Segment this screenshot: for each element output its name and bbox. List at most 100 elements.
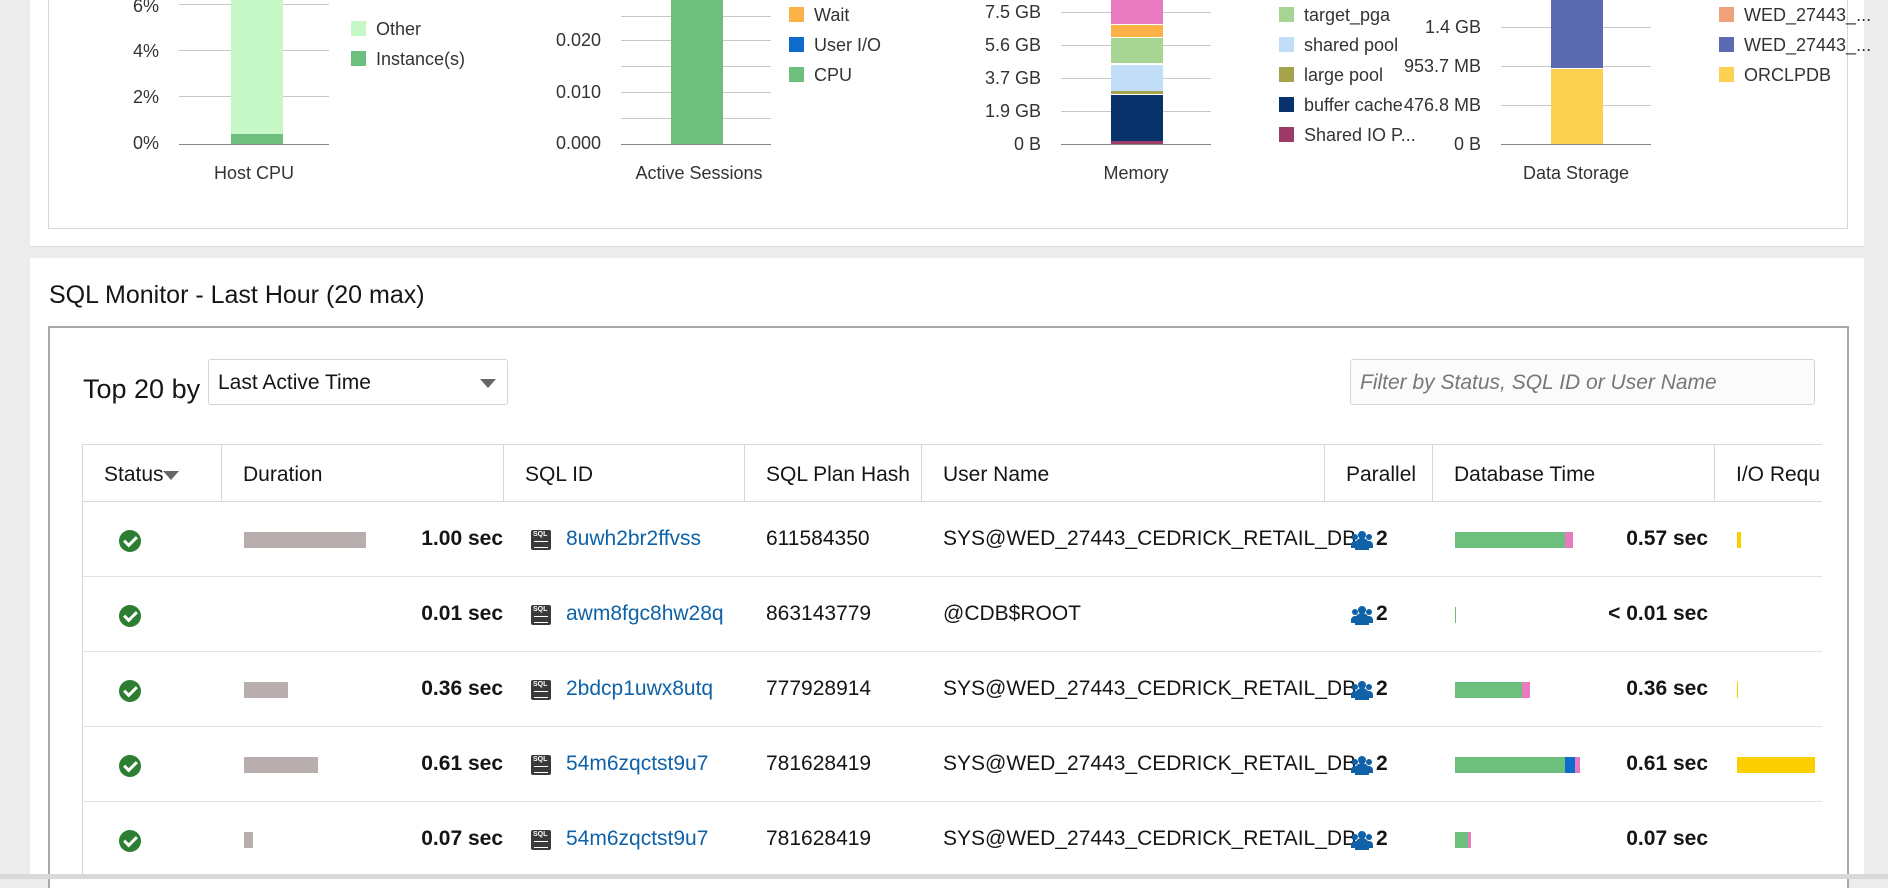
y-tick: 7.5 GB (984, 2, 1041, 22)
table-row[interactable]: 0.07 sec 54m6zqctst9u7 781628419 SYS@WED_27… (82, 802, 1822, 877)
legend-item-wait[interactable]: Wait (789, 5, 849, 26)
column-header-user-name[interactable]: User Name (922, 444, 1325, 502)
legend-swatch (1719, 37, 1734, 52)
y-tick: 0 B (1453, 134, 1481, 154)
header-label: Status (104, 463, 164, 486)
column-header-status[interactable]: Status (82, 444, 222, 502)
filter-input[interactable]: Filter by Status, SQL ID or User Name (1350, 359, 1815, 405)
duration-value: 0.61 sec (421, 752, 503, 775)
bar-segment-orclpdb (1551, 69, 1603, 144)
legend-item-instance[interactable]: Instance(s) (351, 49, 465, 70)
bar-segment-pink (1111, 0, 1163, 24)
db-time-value: 0.61 sec (1626, 752, 1708, 775)
legend-label: User I/O (814, 35, 882, 55)
plan-hash-value: 863143779 (766, 602, 872, 625)
parallel-users-icon (1351, 831, 1373, 850)
x-axis-label: Active Sessions (635, 163, 763, 183)
bar-segment-wed2 (1551, 0, 1603, 68)
table-row[interactable]: 1.00 sec 8uwh2br2ffvss 611584350 SYS@WED_27… (82, 502, 1822, 577)
header-label: Parallel (1346, 463, 1417, 486)
db-time-cpu-bar (1455, 532, 1565, 548)
column-header-parallel[interactable]: Parallel (1325, 444, 1433, 502)
legend-item-large-pool[interactable]: large pool (1279, 65, 1383, 86)
x-axis (1061, 144, 1211, 145)
parallel-degree: 2 (1376, 827, 1388, 850)
plan-hash-value: 611584350 (766, 527, 870, 550)
duration-bar (244, 682, 288, 698)
sql-id-link[interactable]: 54m6zqctst9u7 (566, 727, 708, 801)
legend-swatch (789, 67, 804, 82)
db-time-value: 0.36 sec (1626, 677, 1708, 700)
y-tick: 1.4 GB (1424, 17, 1481, 37)
legend-item-other[interactable]: Other (351, 19, 421, 40)
legend-item-cpu[interactable]: CPU (789, 65, 852, 86)
summary-charts-container: 6% 4% 2% 0% Host CPU Other Instance(s) 0… (48, 0, 1871, 229)
sql-text-icon[interactable] (531, 605, 551, 625)
sql-id-link[interactable]: awm8fgc8hw28q (566, 577, 724, 651)
header-label: SQL Plan Hash (766, 463, 910, 486)
legend-label: Other (376, 19, 422, 39)
column-header-io-requests[interactable]: I/O Requ (1715, 444, 1822, 502)
sql-id-link[interactable]: 2bdcp1uwx8utq (566, 652, 713, 726)
bar-segment-shared-pool (1111, 65, 1163, 91)
sort-desc-icon[interactable] (163, 471, 179, 480)
y-tick: 1.9 GB (984, 101, 1041, 121)
legend-item-orclpdb[interactable]: ORCLPDB (1719, 65, 1831, 86)
window-bottom-edge (0, 874, 1888, 879)
db-time-cpu-bar (1455, 607, 1456, 623)
legend-label: ORCLPDB (1744, 65, 1832, 85)
table-row[interactable]: 0.61 sec 54m6zqctst9u7 781628419 SYS@WED_27… (82, 727, 1822, 802)
parallel-users-icon (1351, 756, 1373, 775)
parallel-degree: 2 (1376, 752, 1388, 775)
header-label: SQL ID (525, 463, 594, 486)
memory-chart: 7.5 GB 5.6 GB 3.7 GB 1.9 GB 0 B Memory t… (929, 0, 1416, 228)
table-row[interactable]: 0.36 sec 2bdcp1uwx8utq 777928914 SYS@WED_27… (82, 652, 1822, 727)
column-header-database-time[interactable]: Database Time (1433, 444, 1715, 502)
legend-swatch (1719, 7, 1734, 22)
header-label: Duration (243, 463, 323, 486)
sql-text-icon[interactable] (531, 530, 551, 550)
plan-hash-value: 781628419 (766, 752, 872, 775)
parallel-degree: 2 (1376, 677, 1388, 700)
x-axis-label: Memory (1103, 163, 1169, 183)
table-row[interactable]: 0.01 sec awm8fgc8hw28q 863143779 @CDB$ROOT 2… (82, 577, 1822, 652)
y-tick: 3.7 GB (984, 68, 1041, 88)
y-tick: 0 B (1013, 134, 1041, 154)
legend-label: Instance(s) (376, 49, 466, 69)
legend-swatch (1279, 97, 1294, 112)
io-requests-bar (1737, 757, 1815, 773)
x-axis (621, 144, 771, 145)
y-tick: 0% (132, 133, 159, 153)
duration-value: 0.07 sec (421, 827, 503, 850)
db-time-other-bar (1575, 757, 1580, 773)
legend-item-wed2[interactable]: WED_27443_... (1719, 35, 1871, 56)
bar-instance (231, 134, 283, 144)
sql-id-link[interactable]: 8uwh2br2ffvss (566, 502, 701, 576)
legend-swatch (789, 37, 804, 52)
duration-bar (244, 832, 253, 848)
sql-text-icon[interactable] (531, 755, 551, 775)
io-requests-bar (1737, 532, 1741, 548)
sql-id-link[interactable]: 54m6zqctst9u7 (566, 802, 708, 876)
legend-item-user-io[interactable]: User I/O (789, 35, 881, 56)
status-done-icon (119, 755, 141, 777)
column-header-plan-hash[interactable]: SQL Plan Hash (745, 444, 922, 502)
column-header-duration[interactable]: Duration (222, 444, 504, 502)
legend-swatch (351, 21, 366, 36)
user-name-value: SYS@WED_27443_CEDRICK_RETAIL_DB (943, 677, 1357, 700)
top-by-select[interactable]: Last Active Time (208, 359, 508, 405)
y-tick: 476.8 MB (1403, 95, 1481, 115)
sql-text-icon[interactable] (531, 830, 551, 850)
sql-text-icon[interactable] (531, 680, 551, 700)
parallel-degree: 2 (1376, 602, 1388, 625)
legend-swatch (1279, 7, 1294, 22)
user-name-value: @CDB$ROOT (943, 602, 1081, 625)
legend-swatch (351, 51, 366, 66)
column-header-sql-id[interactable]: SQL ID (504, 444, 745, 502)
legend-item-wed1[interactable]: WED_27443_... (1719, 5, 1871, 26)
bar-segment-target-pga (1111, 38, 1163, 63)
bar-segment-large-pool (1111, 91, 1163, 94)
top-by-label: Top 20 by (83, 374, 201, 404)
status-done-icon (119, 530, 141, 552)
x-axis (179, 144, 329, 145)
